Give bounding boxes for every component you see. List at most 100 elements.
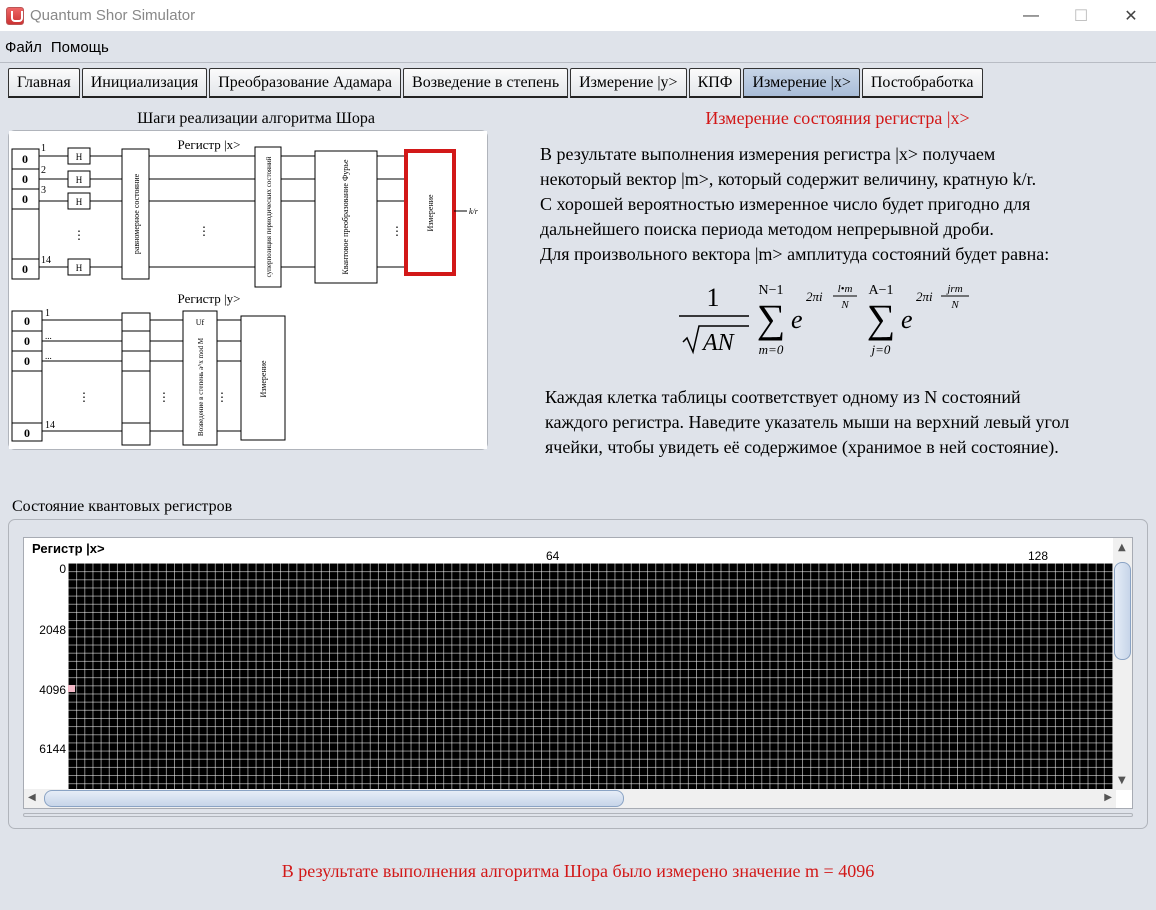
horizontal-scrollbar[interactable]: ◀ ▶ (24, 789, 1116, 808)
tab-measure-x[interactable]: Измерение |x> (743, 68, 860, 98)
desc-line-2: некоторый вектор |m>, который содержит в… (540, 169, 1037, 189)
reg-x-label: Регистр |x> (178, 137, 241, 152)
dots-y-3: ⋮ (216, 390, 228, 404)
line-y-num-14: 14 (45, 420, 55, 431)
sum1-symbol: ∑ (757, 296, 786, 341)
bit-y-1: 0 (24, 314, 30, 328)
formula-exp1-den: N (840, 299, 849, 311)
formula-exp2-den: N (950, 299, 959, 311)
minimize-button[interactable]: — (1006, 0, 1056, 31)
tab-qft[interactable]: КПФ (688, 68, 742, 98)
menu-divider (0, 62, 1156, 63)
box-measure-x: Измерение (426, 194, 435, 232)
sum2-symbol: ∑ (867, 296, 896, 341)
row-label-4096: 4096 (39, 683, 66, 697)
formula-one: 1 (707, 283, 720, 312)
desc2-line-3: ячейки, чтобы увидеть её содержимое (хра… (545, 437, 1059, 457)
formula-exp1-num: l•m (838, 283, 853, 295)
reg-y-label: Регистр |y> (178, 291, 241, 306)
menu-help[interactable]: Помощь (46, 36, 113, 60)
bit-x-14: 0 (22, 262, 28, 276)
horizontal-scroll-thumb[interactable] (44, 790, 624, 807)
progress-strip (23, 813, 1133, 817)
bit-y-3: 0 (24, 354, 30, 368)
desc-line-5: Для произвольного вектора |m> амплитуда … (540, 244, 1050, 264)
tab-modexp[interactable]: Возведение в степень (403, 68, 569, 98)
register-grid-container: Регистр |x> 64 128 0 2048 4096 6144 ▲ ▼ … (23, 537, 1133, 809)
row-label-6144: 6144 (39, 742, 66, 756)
grid-instructions: Каждая клетка таблицы соответствует одно… (545, 385, 1145, 460)
desc-line-1: В результате выполнения измерения регист… (540, 144, 996, 164)
formula-exp2-num: jrm (945, 283, 962, 295)
gate-h-2: H (76, 175, 83, 185)
steps-panel: Регистр |x> 0 0 0 0 1 2 3 14 H H H H ⋮ ⋮… (8, 130, 488, 450)
bit-x-1: 0 (22, 152, 28, 166)
scroll-down-icon[interactable]: ▼ (1118, 775, 1126, 786)
dots-x-1: ⋮ (73, 228, 85, 242)
java-icon (6, 6, 24, 25)
formula-exp1-a: 2πi (806, 289, 823, 304)
line-num-2: 2 (41, 165, 46, 176)
register-grid[interactable] (68, 563, 1114, 791)
vertical-scroll-thumb[interactable] (1114, 562, 1131, 660)
desc-line-4: дальнейшего поиска периода методом непре… (540, 219, 994, 239)
window-title: Quantum Shor Simulator (30, 7, 196, 24)
gate-h-14: H (76, 263, 83, 273)
maximize-button[interactable]: ☐ (1056, 0, 1106, 31)
tab-init[interactable]: Инициализация (81, 68, 208, 98)
measured-cell[interactable] (68, 685, 75, 692)
uf-label: Uf (196, 318, 205, 327)
dots-y-h2: ... (45, 351, 52, 361)
formula-sum1-bot: m=0 (759, 342, 784, 357)
bit-y-14: 0 (24, 426, 30, 440)
section-title: Измерение состояния регистра |x> (705, 108, 970, 128)
tab-main[interactable]: Главная (8, 68, 80, 98)
scroll-left-icon[interactable]: ◀ (28, 792, 36, 803)
close-button[interactable]: ✕ (1106, 0, 1156, 31)
title-bar: Quantum Shor Simulator — ☐ ✕ (0, 0, 1156, 31)
output-kr: k/r (469, 207, 479, 216)
desc-line-3: С хорошей вероятностью измеренное число … (540, 194, 1031, 214)
dots-y-1: ⋮ (78, 390, 90, 404)
line-num-14: 14 (41, 255, 51, 266)
desc2-line-2: каждого регистра. Наведите указатель мыш… (545, 412, 1070, 432)
tab-measure-y[interactable]: Измерение |y> (570, 68, 687, 98)
result-message: В результате выполнения алгоритма Шора б… (281, 861, 875, 881)
line-num-3: 3 (41, 185, 46, 196)
formula-exp2-a: 2πi (916, 289, 933, 304)
box-modexp: Возведение в степень a^x mod M (197, 337, 205, 436)
box-qft: Квантовое преобразование Фурье (341, 159, 350, 274)
amplitude-formula: 1 AN N−1 ∑ m=0 e 2πi l•m N A−1 ∑ j=0 e 2… (679, 283, 969, 357)
formula-sum2-bot: j=0 (870, 342, 891, 357)
bit-x-2: 0 (22, 172, 28, 186)
box-equal-superposition: равномерное состояние (132, 173, 141, 254)
row-label-0: 0 (59, 562, 66, 576)
dots-x-3: ⋮ (391, 224, 403, 238)
tab-strip: Главная Инициализация Преобразование Ада… (8, 68, 985, 98)
menu-bar: Файл Помощь (0, 36, 113, 60)
tab-postprocess[interactable]: Постобработка (861, 68, 983, 98)
vertical-scrollbar[interactable]: ▲ ▼ (1113, 538, 1132, 790)
box-measure-y: Измерение (259, 360, 268, 398)
bit-x-3: 0 (22, 192, 28, 206)
description: В результате выполнения измерения регист… (540, 142, 1140, 267)
dots-y-h1: ... (45, 331, 52, 341)
scroll-right-icon[interactable]: ▶ (1104, 792, 1112, 803)
menu-file[interactable]: Файл (0, 36, 46, 60)
dots-x-2: ⋮ (198, 224, 210, 238)
shor-circuit-diagram: Регистр |x> 0 0 0 0 1 2 3 14 H H H H ⋮ ⋮… (9, 131, 487, 449)
row-label-2048: 2048 (39, 623, 66, 637)
desc2-line-1: Каждая клетка таблицы соответствует одно… (545, 387, 1021, 407)
tab-hadamard[interactable]: Преобразование Адамара (209, 68, 402, 98)
gate-h-3: H (76, 197, 83, 207)
registers-label: Состояние квантовых регистров (12, 498, 233, 515)
col-label-128: 128 (1028, 549, 1049, 563)
formula-e2: e (901, 305, 913, 334)
gate-h-1: H (76, 152, 83, 162)
line-y-num-1: 1 (45, 308, 50, 319)
scroll-up-icon[interactable]: ▲ (1118, 542, 1126, 553)
formula-sqrt-arg: AN (701, 330, 736, 356)
dots-y-2: ⋮ (158, 390, 170, 404)
bit-y-2: 0 (24, 334, 30, 348)
steps-title: Шаги реализации алгоритма Шора (137, 110, 375, 127)
